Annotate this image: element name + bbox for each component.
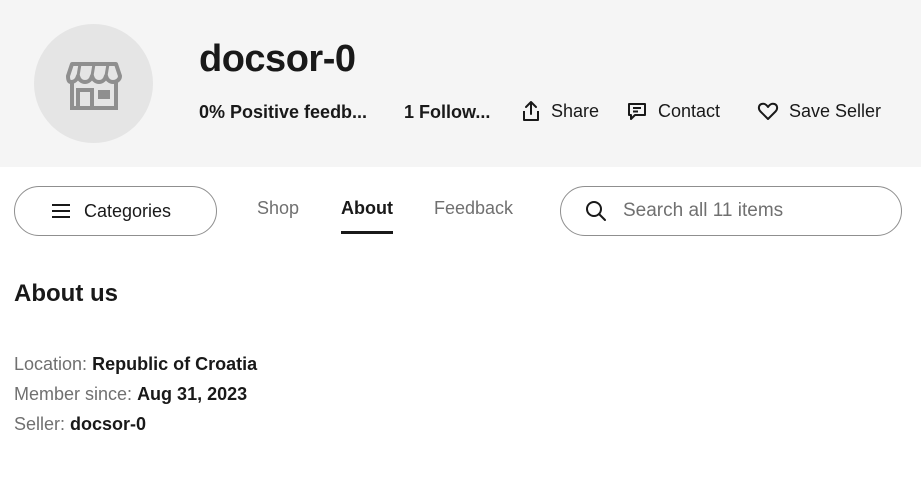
member-since-value: Aug 31, 2023 [137,384,248,404]
store-header: docsor-0 0% Positive feedb... 1 Follow..… [0,0,921,167]
location-value: Republic of Croatia [92,354,258,374]
message-icon [628,103,646,120]
member-since-label: Member since: [14,384,133,404]
tab-feedback[interactable]: Feedback [434,198,513,234]
seller-row: Seller: docsor-0 [14,414,146,435]
contact-label: Contact [658,100,721,121]
seller-value: docsor-0 [70,414,147,434]
categories-label: Categories [84,200,172,221]
menu-icon [52,204,70,218]
share-label: Share [551,100,600,121]
store-title: docsor-0 [199,38,356,80]
about-heading: About us [14,280,118,307]
location-row: Location: Republic of Croatia [14,354,257,375]
store-avatar[interactable] [34,24,153,143]
search-icon [586,201,606,221]
location-label: Location: [14,354,88,374]
store-icon [65,61,122,110]
share-icon [523,101,539,121]
search-input[interactable] [623,200,893,222]
search-box[interactable] [560,186,902,236]
heart-icon [757,102,779,120]
share-button[interactable]: Share [521,100,599,122]
positive-feedback[interactable]: 0% Positive feedb... [199,102,374,123]
contact-button[interactable]: Contact [626,100,720,122]
seller-label: Seller: [14,414,66,434]
save-seller-button[interactable]: Save Seller [757,100,881,122]
tab-shop[interactable]: Shop [257,198,299,234]
categories-button[interactable]: Categories [14,186,217,236]
member-since-row: Member since: Aug 31, 2023 [14,384,247,405]
followers-count[interactable]: 1 Follow... [404,102,494,123]
tab-about[interactable]: About [341,198,393,234]
store-meta: 0% Positive feedb... 1 Follow... [199,100,494,124]
save-seller-label: Save Seller [789,100,882,121]
